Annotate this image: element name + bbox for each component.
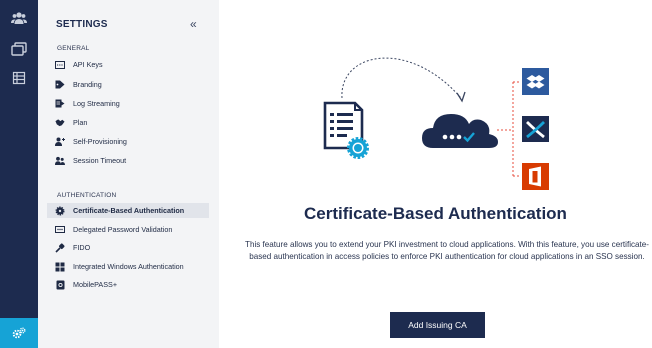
certificate-illustration — [323, 57, 549, 190]
handshake-icon — [55, 118, 65, 128]
app-connectors — [497, 81, 521, 177]
nav-item-mobilepass[interactable]: MobilePASS+ — [47, 277, 209, 292]
icon-rail — [0, 0, 38, 348]
main-content: Certificate-Based Authentication This fe… — [219, 0, 652, 348]
api-key-icon — [55, 60, 65, 70]
authentication-section-label: AUTHENTICATION — [57, 192, 117, 199]
nav-item-integrated-windows-authentication[interactable]: Integrated Windows Authentication — [47, 259, 209, 274]
nav-item-label: Integrated Windows Authentication — [73, 262, 184, 271]
nav-item-branding[interactable]: Branding — [47, 77, 209, 92]
nav-item-log-streaming[interactable]: Log Streaming — [47, 96, 209, 111]
windows-icon[interactable] — [9, 40, 29, 58]
nav-item-session-timeout[interactable]: Session Timeout — [47, 153, 209, 168]
nav-item-fido[interactable]: FIDO — [47, 240, 209, 255]
nav-item-self-provisioning[interactable]: Self-Provisioning — [47, 134, 209, 149]
nav-item-plan[interactable]: Plan — [47, 115, 209, 130]
tag-icon — [55, 80, 65, 90]
feature-description: This feature allows you to extend your P… — [245, 240, 649, 262]
nav-item-label: API Keys — [73, 60, 103, 69]
office-icon — [522, 163, 549, 190]
general-section-label: GENERAL — [57, 45, 90, 52]
dropbox-icon — [522, 68, 549, 95]
nav-item-label: Log Streaming — [73, 99, 120, 108]
nav-item-label: Plan — [73, 118, 88, 127]
nav-item-label: Certificate-Based Authentication — [73, 206, 185, 215]
settings-title: SETTINGS — [56, 19, 108, 30]
nav-item-delegated-password-validation[interactable]: Delegated Password Validation — [47, 222, 209, 237]
nav-item-label: Session Timeout — [73, 156, 127, 165]
nav-item-label: Delegated Password Validation — [73, 225, 173, 234]
nav-item-label: Self-Provisioning — [73, 137, 127, 146]
collapse-panel-button[interactable]: « — [190, 17, 197, 31]
settings-gears-icon[interactable] — [0, 318, 38, 348]
add-issuing-ca-button[interactable]: Add Issuing CA — [390, 312, 485, 338]
log-stream-icon — [55, 99, 65, 109]
nav-item-label: MobilePASS+ — [73, 280, 118, 289]
list-icon[interactable] — [9, 69, 29, 87]
cloud-icon — [422, 114, 498, 148]
settings-panel: SETTINGS « GENERAL API Keys Branding Log… — [38, 0, 219, 348]
nav-item-label: Branding — [73, 80, 102, 89]
confluence-icon — [522, 116, 549, 142]
nav-item-api-keys[interactable]: API Keys — [47, 57, 209, 72]
password-icon — [55, 225, 65, 235]
gear-seal-icon — [347, 137, 369, 159]
windows-logo-icon — [55, 262, 65, 272]
key-icon — [55, 242, 65, 253]
mobilepass-icon — [55, 280, 65, 290]
page-title: Certificate-Based Authentication — [304, 204, 567, 223]
team-icon[interactable] — [9, 9, 29, 27]
user-add-icon — [55, 137, 65, 147]
nav-item-label: FIDO — [73, 243, 91, 252]
nav-item-certificate-based-authentication[interactable]: Certificate-Based Authentication — [47, 203, 209, 218]
users-icon — [55, 156, 65, 166]
badge-gear-icon — [55, 206, 65, 216]
